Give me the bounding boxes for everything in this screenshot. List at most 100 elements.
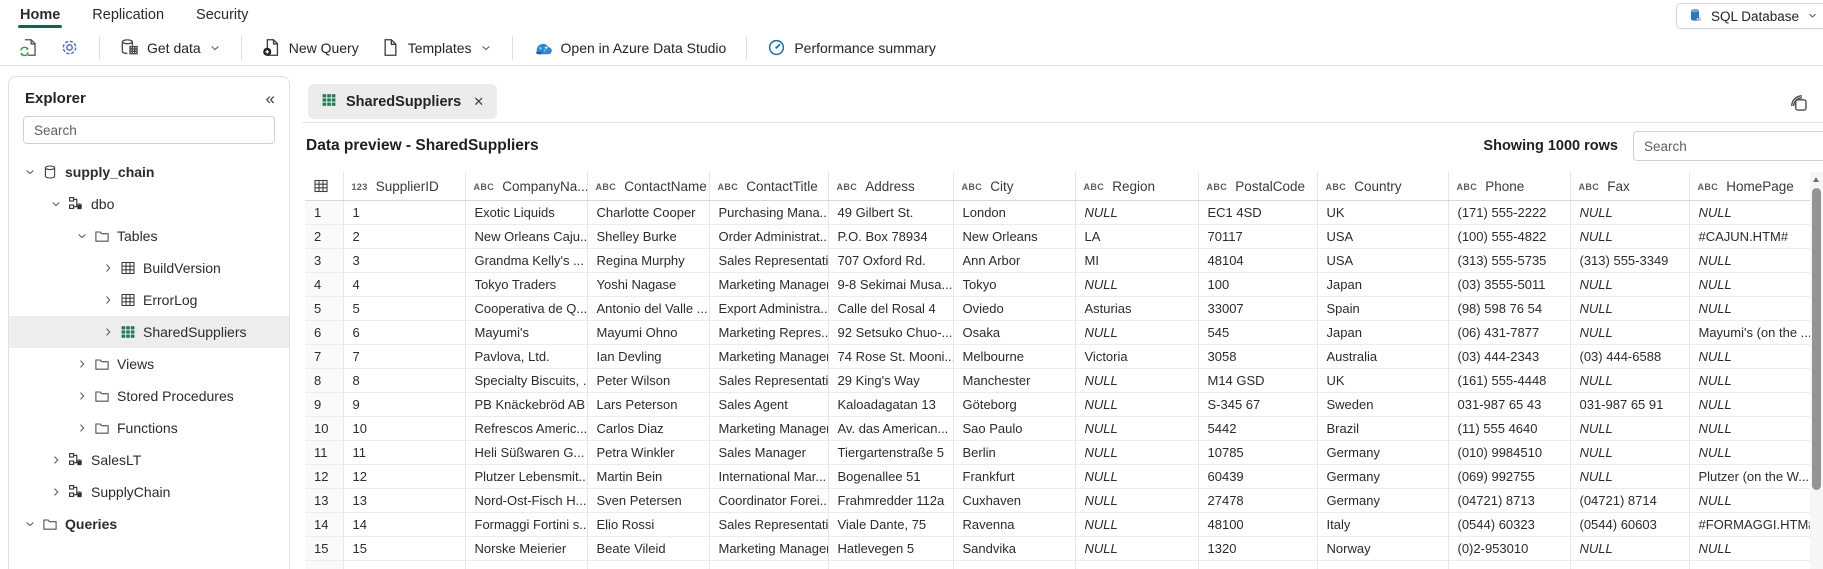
tree-item-sharedsuppliers[interactable]: SharedSuppliers [9, 316, 289, 348]
chevron-right-icon[interactable] [73, 420, 91, 436]
table-cell: Sven Petersen [587, 488, 709, 512]
table-cell: Petra Winkler [587, 440, 709, 464]
table-cell: (069) 992755 [1448, 464, 1570, 488]
table-cell: Marketing Manager [709, 416, 828, 440]
toolbar-button-label: Templates [408, 40, 472, 56]
explorer-search-input[interactable] [23, 116, 275, 144]
table-cell: EC1 4SD [1198, 200, 1317, 224]
chevron-right-icon[interactable] [73, 356, 91, 372]
environment-label: SQL Database [1711, 9, 1799, 24]
table-cell: (010) 9984510 [1448, 440, 1570, 464]
tree-item-errorlog[interactable]: ErrorLog [9, 284, 289, 316]
table-cell: NULL [1689, 440, 1810, 464]
tree-item-buildversion[interactable]: BuildVersion [9, 252, 289, 284]
table-cell: (03) 3555-5011 [1448, 272, 1570, 296]
table-cell: Marketing Manager [709, 536, 828, 560]
table-row: 1212Plutzer Lebensmit...Martin BeinInter… [305, 464, 1810, 488]
chevron-right-icon[interactable] [99, 324, 117, 340]
new-query-button[interactable]: New Query [251, 33, 370, 62]
table-cell: Order Administrat... [709, 224, 828, 248]
close-icon[interactable]: ✕ [473, 94, 484, 110]
table-cell [1317, 560, 1448, 569]
chevron-right-icon[interactable] [47, 484, 65, 500]
chevron-down-icon[interactable] [21, 164, 39, 180]
table-cell: 9-8 Sekimai Musa... [828, 272, 953, 296]
chevron-down-icon[interactable] [21, 516, 39, 532]
column-type-badge: ABC [718, 182, 739, 192]
table-cell: (0544) 60323 [1448, 512, 1570, 536]
table-cell: Beate Vileid [587, 536, 709, 560]
copy-icon[interactable] [1787, 91, 1811, 115]
table-cell: Nord-Ost-Fisch H... [465, 488, 587, 512]
tree-item-stored-procedures[interactable]: Stored Procedures [9, 380, 289, 412]
refresh-icon [19, 38, 38, 57]
toolbar-button-label: Open in Azure Data Studio [561, 40, 727, 56]
tree-item-dbo[interactable]: dbo [9, 188, 289, 220]
ribbon-tab-home[interactable]: Home [4, 2, 76, 28]
table-cell: Shelley Burke [587, 224, 709, 248]
table-cell: Viale Dante, 75 [828, 512, 953, 536]
column-name: City [990, 179, 1013, 194]
chevron-right-icon[interactable] [73, 388, 91, 404]
table-row: 1414Formaggi Fortini s...Elio RossiSales… [305, 512, 1810, 536]
grid-corner-cell [305, 172, 343, 200]
performance-summary-button[interactable]: Performance summary [756, 33, 947, 62]
environment-selector[interactable]: SQL Database [1676, 3, 1823, 29]
get-data-button[interactable]: Get data [109, 33, 232, 62]
table-cell: International Mar... [709, 464, 828, 488]
column-header-city: ABCCity [953, 172, 1075, 200]
table-cell: NULL [1689, 536, 1810, 560]
tab-sharedsuppliers[interactable]: SharedSuppliers ✕ [308, 84, 497, 119]
collapse-panel-icon[interactable]: « [266, 90, 275, 107]
tree-item-saleslt[interactable]: SalesLT [9, 444, 289, 476]
settings-gear-button[interactable] [49, 33, 90, 62]
table-cell: NULL [1075, 512, 1198, 536]
table-cell: NULL [1689, 416, 1810, 440]
grid-search-input[interactable] [1633, 131, 1823, 161]
table-cell: Cooperativa de Q... [465, 296, 587, 320]
table-cell: Purchasing Mana... [709, 200, 828, 224]
table-cell: Formaggi Fortini s... [465, 512, 587, 536]
tree-item-supplychain[interactable]: SupplyChain [9, 476, 289, 508]
toolbar-divider [746, 36, 747, 60]
table-cell: Asturias [1075, 296, 1198, 320]
table-cell: 12 [343, 464, 465, 488]
chevron-down-icon[interactable] [47, 196, 65, 212]
table-cell: LA [1075, 224, 1198, 248]
table-cell: P.O. Box 78934 [828, 224, 953, 248]
table-cell: #FORMAGGI.HTM# [1689, 512, 1810, 536]
vertical-scrollbar[interactable] [1810, 172, 1823, 569]
tree-item-queries[interactable]: Queries [9, 508, 289, 540]
refresh-button[interactable] [8, 33, 49, 62]
table-cell: 33007 [1198, 296, 1317, 320]
table-cell: Japan [1317, 272, 1448, 296]
open-in-azure-data-studio-button[interactable]: Open in Azure Data Studio [522, 33, 738, 63]
table-cell: 3058 [1198, 344, 1317, 368]
column-type-badge: ABC [474, 182, 495, 192]
table-cell: 10785 [1198, 440, 1317, 464]
tree-item-supply_chain[interactable]: supply_chain [9, 156, 289, 188]
tree-item-label: BuildVersion [143, 260, 221, 276]
chevron-right-icon[interactable] [99, 260, 117, 276]
chevron-right-icon[interactable] [47, 452, 65, 468]
column-header-postalcode: ABCPostalCode [1198, 172, 1317, 200]
chevron-right-icon[interactable] [99, 292, 117, 308]
ribbon-tab-security[interactable]: Security [180, 2, 264, 28]
tree-item-tables[interactable]: Tables [9, 220, 289, 252]
row-number-cell: 4 [305, 272, 343, 296]
templates-button[interactable]: Templates [370, 33, 503, 62]
table-cell: 100 [1198, 272, 1317, 296]
scroll-up-arrow-icon[interactable] [1813, 177, 1819, 182]
table-cell: MI [1075, 248, 1198, 272]
table-cell: Sao Paulo [953, 416, 1075, 440]
table-cell: Mayumi's (on the ... [1689, 320, 1810, 344]
ribbon-tab-replication[interactable]: Replication [76, 2, 180, 28]
scrollbar-thumb[interactable] [1812, 188, 1821, 490]
tree-item-views[interactable]: Views [9, 348, 289, 380]
folder-icon [94, 356, 110, 372]
tree-item-functions[interactable]: Functions [9, 412, 289, 444]
chevron-down-icon[interactable] [73, 228, 91, 244]
schema-icon [68, 484, 84, 500]
table-cell: Spain [1317, 296, 1448, 320]
toolbar-button-label: Get data [147, 40, 201, 56]
